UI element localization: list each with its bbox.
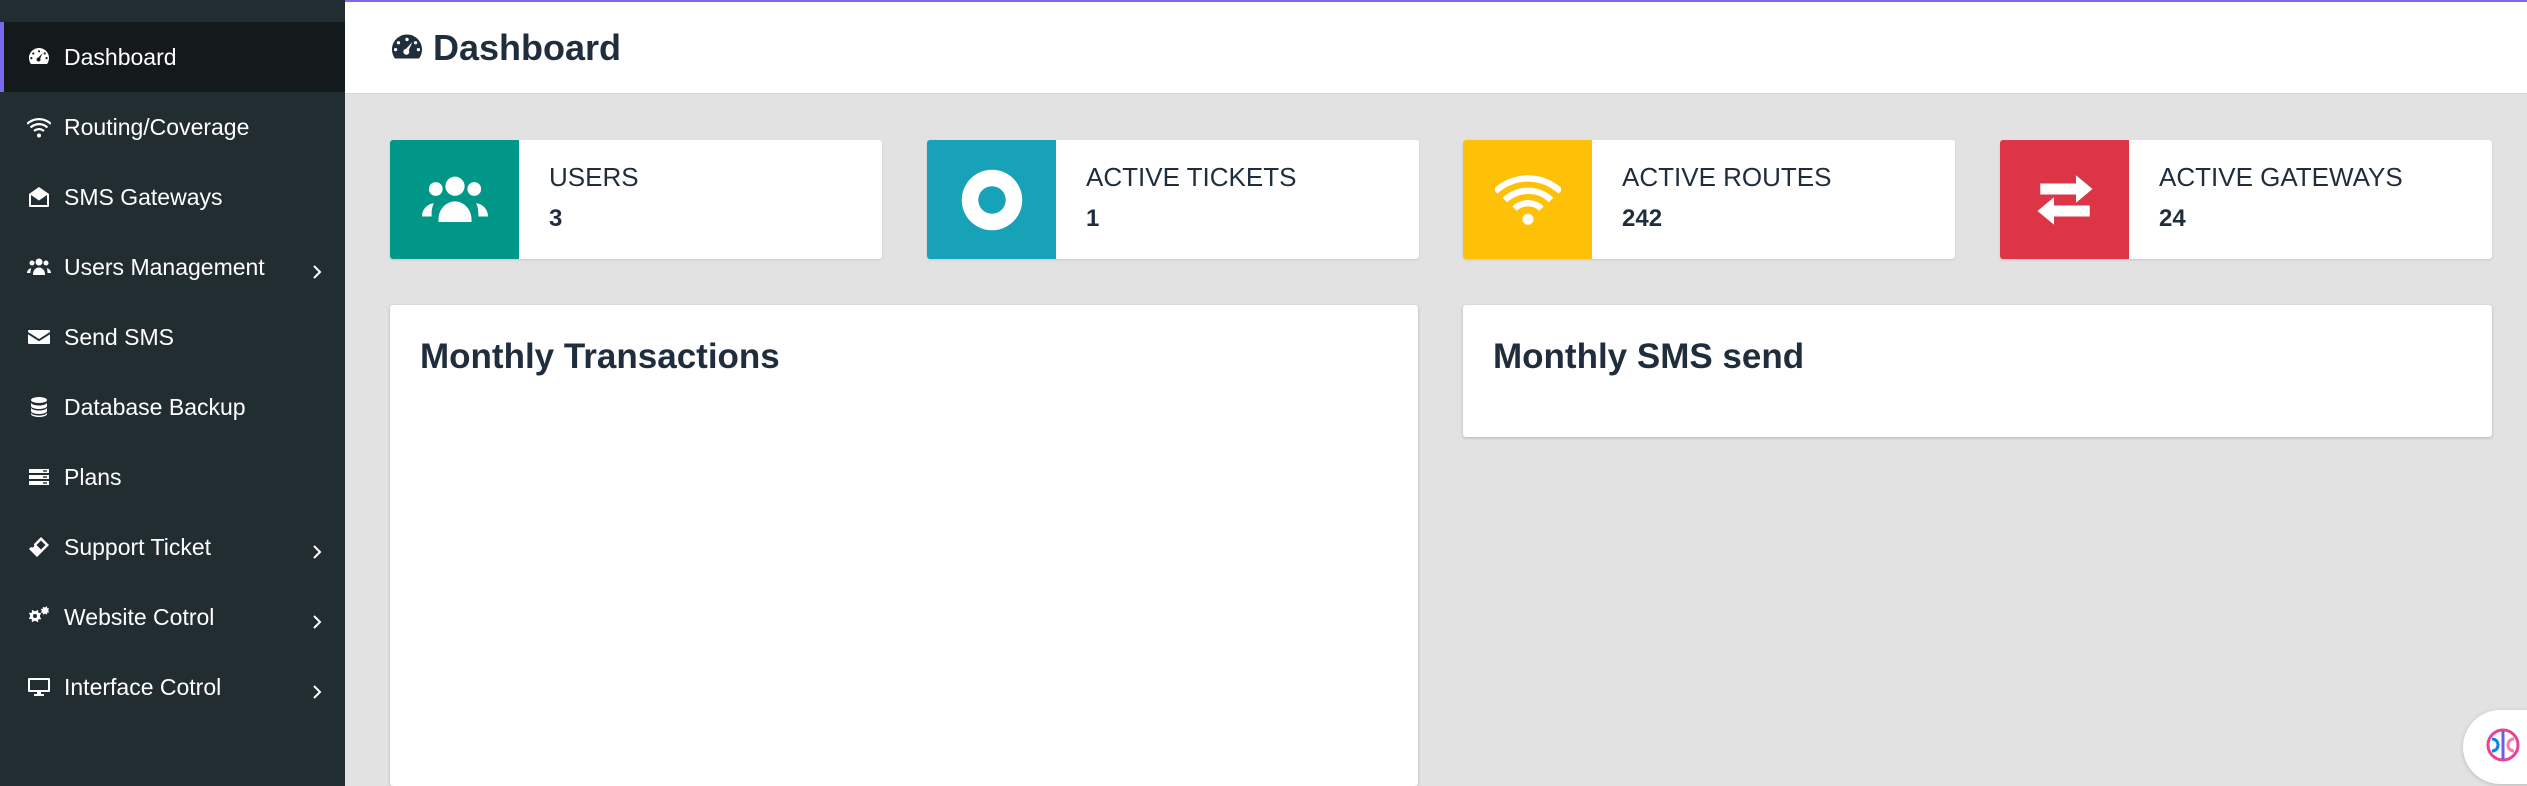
envelope-open-icon xyxy=(24,182,54,212)
card-title: Monthly SMS send xyxy=(1493,337,1805,376)
sidebar-item-label: Plans xyxy=(64,463,122,490)
monthly-transactions-card: Monthly Transactions xyxy=(390,305,1418,786)
desktop-icon xyxy=(24,672,54,702)
sidebar-item-database-backup[interactable]: Database Backup xyxy=(0,372,345,442)
envelope-icon xyxy=(24,322,54,352)
sidebar-item-label: Dashboard xyxy=(64,43,177,70)
info-box-label: ACTIVE GATEWAYS xyxy=(2159,162,2403,192)
sidebar-item-dashboard[interactable]: Dashboard xyxy=(0,22,345,92)
sidebar: Dashboard Routing/Coverage SMS Gateways … xyxy=(0,0,345,786)
chevron-right-icon xyxy=(309,679,325,699)
sidebar-item-sms-gateways[interactable]: SMS Gateways xyxy=(0,162,345,232)
tachometer-icon xyxy=(389,30,425,66)
chevron-right-icon xyxy=(309,609,325,629)
wifi-icon xyxy=(1463,140,1592,259)
card-title: Monthly Transactions xyxy=(420,337,780,376)
sidebar-item-users-management[interactable]: Users Management xyxy=(0,232,345,302)
sidebar-item-website-control[interactable]: Website Cotrol xyxy=(0,582,345,652)
cogs-icon xyxy=(24,602,54,632)
server-icon xyxy=(24,462,54,492)
monthly-sms-card: Monthly SMS send xyxy=(1463,305,2492,437)
info-box-label: ACTIVE TICKETS xyxy=(1086,162,1297,192)
info-box-active-routes[interactable]: ACTIVE ROUTES 242 xyxy=(1463,140,1955,259)
users-icon xyxy=(24,252,54,282)
users-icon xyxy=(390,140,519,259)
sidebar-item-label: Interface Cotrol xyxy=(64,673,222,700)
info-box-active-gateways[interactable]: ACTIVE GATEWAYS 24 xyxy=(2000,140,2492,259)
sidebar-item-interface-control[interactable]: Interface Cotrol xyxy=(0,652,345,722)
page-header: Dashboard xyxy=(345,2,2527,94)
info-box-active-tickets[interactable]: ACTIVE TICKETS 1 xyxy=(927,140,1419,259)
tachometer-icon xyxy=(24,42,54,72)
life-ring-icon xyxy=(927,140,1056,259)
exchange-icon xyxy=(2000,140,2129,259)
page-title: Dashboard xyxy=(433,26,622,68)
info-box-value: 24 xyxy=(2159,205,2186,232)
sidebar-item-support-ticket[interactable]: Support Ticket xyxy=(0,512,345,582)
sidebar-item-label: Database Backup xyxy=(64,393,246,420)
info-box-users[interactable]: USERS 3 xyxy=(390,140,882,259)
sidebar-item-label: Support Ticket xyxy=(64,533,212,560)
info-box-label: ACTIVE ROUTES xyxy=(1622,162,1832,192)
sidebar-item-label: Users Management xyxy=(64,253,265,280)
database-icon xyxy=(24,392,54,422)
assistant-button[interactable] xyxy=(2463,710,2527,784)
sidebar-item-label: Website Cotrol xyxy=(64,603,215,630)
sidebar-item-label: Send SMS xyxy=(64,323,174,350)
info-box-value: 242 xyxy=(1622,205,1663,232)
sidebar-item-label: SMS Gateways xyxy=(64,183,223,210)
info-box-value: 3 xyxy=(549,205,563,232)
sidebar-item-label: Routing/Coverage xyxy=(64,113,250,140)
sidebar-item-plans[interactable]: Plans xyxy=(0,442,345,512)
sidebar-item-routing-coverage[interactable]: Routing/Coverage xyxy=(0,92,345,162)
brain-icon xyxy=(2483,725,2523,770)
chevron-right-icon xyxy=(309,259,325,279)
wifi-icon xyxy=(24,112,54,142)
info-box-value: 1 xyxy=(1086,205,1100,232)
info-box-label: USERS xyxy=(549,162,639,192)
ticket-icon xyxy=(24,532,54,562)
chevron-right-icon xyxy=(309,539,325,559)
sidebar-item-send-sms[interactable]: Send SMS xyxy=(0,302,345,372)
